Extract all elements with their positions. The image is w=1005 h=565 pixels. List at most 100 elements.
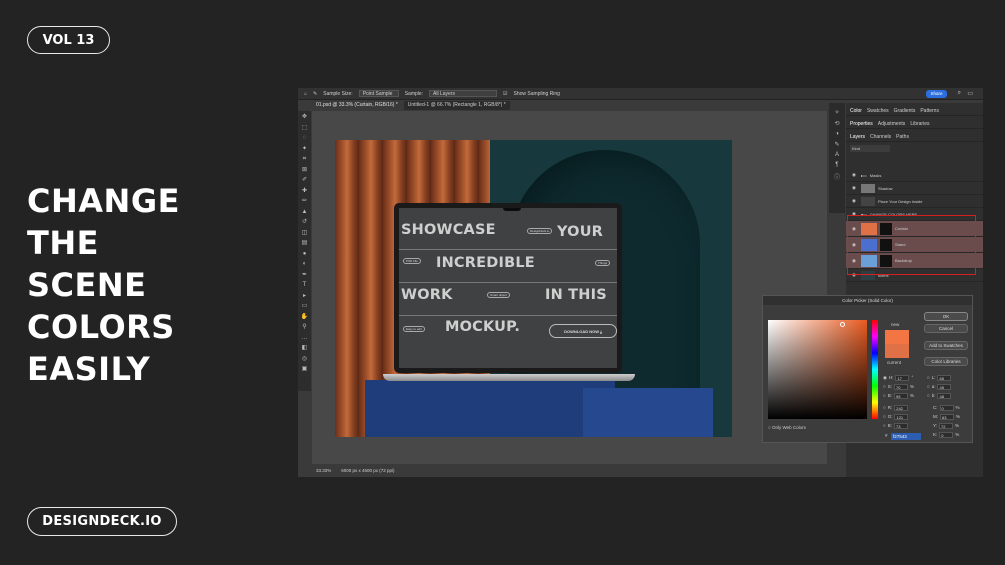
lasso-tool-icon[interactable]: ◌ bbox=[303, 134, 307, 143]
tab-document-2[interactable]: Untitled-1 @ 66.7% (Rectangle 1, RGB/8*)… bbox=[403, 101, 510, 110]
radio-icon[interactable]: ○ bbox=[927, 393, 930, 398]
magenta-field[interactable]: M: 63% bbox=[933, 413, 960, 420]
marquee-tool-icon[interactable]: ⬚ bbox=[302, 124, 308, 133]
dodge-tool-icon[interactable]: ◐ bbox=[303, 260, 307, 269]
learn-icon[interactable]: ✧ bbox=[834, 109, 839, 116]
tab-color[interactable]: Color bbox=[850, 108, 862, 114]
color-field[interactable] bbox=[768, 320, 867, 419]
a-value[interactable]: 45 bbox=[937, 383, 952, 390]
workspace-icon[interactable]: ▭ bbox=[967, 90, 973, 97]
color-libraries-button[interactable]: Color Libraries bbox=[924, 357, 968, 366]
pen-tool-icon[interactable]: ✒ bbox=[302, 271, 307, 280]
rectangle-tool-icon[interactable]: ▭ bbox=[302, 302, 308, 311]
home-icon[interactable]: ⌂ bbox=[304, 91, 307, 97]
hue-value[interactable]: 17 bbox=[895, 374, 910, 381]
document-image[interactable]: SHOWCASE YOUR INCREDIBLE WORK IN THIS MO… bbox=[335, 140, 732, 437]
zoom-level[interactable]: 33.33% bbox=[316, 468, 331, 473]
yellow-value[interactable]: 72 bbox=[939, 422, 954, 429]
cyan-value[interactable]: 0 bbox=[939, 404, 954, 411]
radio-icon[interactable]: ○ bbox=[883, 414, 886, 419]
color-swatches-icon[interactable]: ◧ bbox=[302, 344, 308, 353]
tab-patterns[interactable]: Patterns bbox=[920, 108, 939, 114]
sample-select[interactable]: All Layers bbox=[429, 90, 498, 97]
b-value[interactable]: 48 bbox=[937, 392, 952, 399]
search-icon[interactable]: ⌕ bbox=[958, 90, 961, 97]
eyedropper-icon[interactable]: ✎ bbox=[313, 91, 317, 97]
red-field[interactable]: ○ R: 242 bbox=[883, 404, 909, 411]
tab-libraries[interactable]: Libraries bbox=[910, 121, 929, 127]
green-field[interactable]: ○ G: 121 bbox=[883, 413, 909, 420]
hex-input[interactable]: f27543 bbox=[891, 433, 921, 440]
blur-tool-icon[interactable]: ● bbox=[303, 250, 307, 259]
visibility-icon[interactable]: ◉ bbox=[852, 172, 858, 178]
brightness-value[interactable]: 95 bbox=[893, 392, 908, 399]
cancel-button[interactable]: Cancel bbox=[924, 324, 968, 333]
layer-row[interactable]: ◉ Place Your Design Inside bbox=[846, 195, 983, 208]
saturation-field[interactable]: ○ S: 70% bbox=[883, 383, 914, 390]
zoom-tool-icon[interactable]: ⚲ bbox=[302, 323, 306, 332]
a-field[interactable]: ○ a: 45 bbox=[927, 383, 952, 390]
tab-channels[interactable]: Channels bbox=[870, 134, 891, 140]
eraser-tool-icon[interactable]: ◫ bbox=[302, 229, 308, 238]
radio-icon[interactable]: ◉ bbox=[883, 375, 887, 381]
only-web-colors-checkbox[interactable]: ○ Only Web Colors bbox=[768, 425, 806, 430]
brush-settings-icon[interactable]: ✎ bbox=[834, 141, 839, 148]
radio-icon[interactable]: ○ bbox=[883, 393, 886, 398]
visibility-icon[interactable]: ◉ bbox=[852, 185, 858, 191]
radio-icon[interactable]: ○ bbox=[883, 405, 886, 410]
radio-icon[interactable]: ○ bbox=[883, 384, 886, 389]
lightness-value[interactable]: 65 bbox=[937, 374, 952, 381]
hue-slider[interactable] bbox=[872, 320, 878, 419]
magic-wand-icon[interactable]: ✦ bbox=[302, 145, 307, 154]
current-color-swatch[interactable] bbox=[885, 344, 909, 358]
type-tool-icon[interactable]: T bbox=[303, 281, 307, 290]
b-field[interactable]: ○ b: 48 bbox=[927, 392, 952, 399]
crop-tool-icon[interactable]: ⌗ bbox=[303, 155, 306, 164]
frame-tool-icon[interactable]: ⊠ bbox=[302, 166, 307, 175]
paragraph-icon[interactable]: ¶ bbox=[835, 162, 838, 168]
more-tools-icon[interactable]: … bbox=[302, 334, 308, 343]
red-value[interactable]: 242 bbox=[894, 404, 909, 411]
layer-filter-select[interactable]: Kind bbox=[850, 145, 890, 152]
brightness-field[interactable]: ○ B: 95% bbox=[883, 392, 914, 399]
sample-size-select[interactable]: Point Sample bbox=[358, 90, 399, 97]
history-brush-icon[interactable]: ↺ bbox=[302, 218, 307, 227]
eyedropper-tool-icon[interactable]: ✐ bbox=[302, 176, 307, 185]
tab-layers[interactable]: Layers bbox=[850, 134, 865, 140]
brush-tool-icon[interactable]: ✏ bbox=[302, 197, 307, 206]
blue-field[interactable]: ○ B: 73 bbox=[883, 422, 908, 429]
tab-swatches[interactable]: Swatches bbox=[867, 108, 889, 114]
yellow-field[interactable]: Y: 72% bbox=[933, 422, 959, 429]
stamp-tool-icon[interactable]: ▲ bbox=[302, 208, 308, 217]
tab-paths[interactable]: Paths bbox=[896, 134, 909, 140]
hue-field[interactable]: ◉ H: 17 ° bbox=[883, 374, 913, 381]
share-button[interactable]: Share bbox=[926, 90, 947, 98]
brand-badge[interactable]: DESIGNDECK.IO bbox=[27, 507, 177, 536]
black-field[interactable]: K: 0% bbox=[933, 431, 959, 438]
saturation-value[interactable]: 70 bbox=[893, 383, 908, 390]
radio-icon[interactable]: ○ bbox=[927, 375, 930, 380]
screen-mode-icon[interactable]: ▣ bbox=[302, 365, 308, 374]
hand-tool-icon[interactable]: ✋ bbox=[301, 313, 308, 322]
history-icon[interactable]: ⟲ bbox=[834, 120, 839, 127]
cyan-field[interactable]: C: 0% bbox=[933, 404, 960, 411]
color-field-marker[interactable] bbox=[840, 322, 845, 327]
add-to-swatches-button[interactable]: Add to Swatches bbox=[924, 341, 968, 350]
black-value[interactable]: 0 bbox=[939, 431, 954, 438]
radio-icon[interactable]: ○ bbox=[927, 384, 930, 389]
layer-row[interactable]: ◉ Shadow bbox=[846, 182, 983, 195]
gradient-tool-icon[interactable]: ▤ bbox=[302, 239, 308, 248]
blue-value[interactable]: 73 bbox=[893, 422, 908, 429]
quick-mask-icon[interactable]: ◎ bbox=[302, 355, 307, 364]
layer-row[interactable]: ◉ ▸▭ Masks bbox=[846, 169, 983, 182]
radio-icon[interactable]: ○ bbox=[883, 423, 886, 428]
path-selection-icon[interactable]: ▸ bbox=[303, 292, 306, 301]
visibility-icon[interactable]: ◉ bbox=[852, 198, 858, 204]
lightness-field[interactable]: ○ L: 65 bbox=[927, 374, 952, 381]
green-value[interactable]: 121 bbox=[894, 413, 909, 420]
checkbox-icon[interactable]: ○ bbox=[768, 425, 771, 430]
character-icon[interactable]: A bbox=[835, 152, 839, 158]
magenta-value[interactable]: 63 bbox=[940, 413, 954, 420]
tab-document-1[interactable]: 01.psd @ 33.3% (Curtain, RGB/16) * bbox=[312, 101, 402, 110]
ok-button[interactable]: OK bbox=[924, 312, 968, 321]
